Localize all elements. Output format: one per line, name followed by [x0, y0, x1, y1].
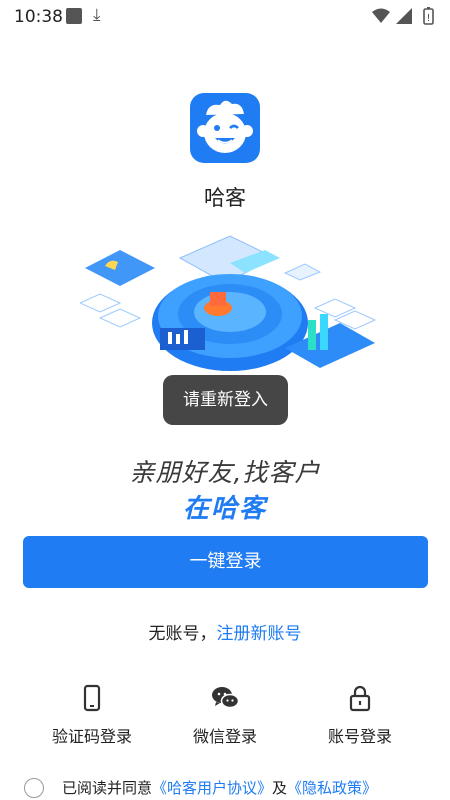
register-link[interactable]: 注册新账号 — [217, 624, 302, 644]
user-agreement-link[interactable]: 《哈客用户协议》 — [152, 779, 272, 797]
slogan-line1: 亲朋好友,找客户 — [129, 458, 321, 487]
phone-icon — [83, 684, 101, 712]
signal-icon — [396, 8, 412, 24]
mascot-icon — [197, 100, 253, 153]
app-name: 哈客 — [204, 186, 246, 210]
sms-login-label: 验证码登录 — [51, 727, 132, 746]
status-icons: ! — [372, 7, 434, 25]
agreement-checkbox[interactable] — [24, 778, 44, 798]
agreement-prefix: 已阅读并同意 — [62, 779, 153, 797]
account-login-option[interactable]: 账号登录 — [300, 683, 420, 747]
agreement-conjunction: 及 — [272, 779, 288, 797]
notification-icon — [66, 8, 82, 24]
privacy-policy-link[interactable]: 《隐私政策》 — [287, 779, 377, 797]
app-logo — [190, 93, 260, 163]
account-login-label: 账号登录 — [327, 727, 392, 746]
register-row: 无账号，注册新账号 — [0, 619, 450, 644]
relogin-toast: 请重新登入 — [163, 375, 288, 425]
svg-text:!: ! — [426, 13, 430, 24]
one-key-login-button[interactable]: 一键登录 — [23, 536, 428, 588]
wechat-login-label: 微信登录 — [192, 727, 257, 746]
download-icon: ⤓ — [93, 5, 101, 25]
agreement-text: 已阅读并同意《哈客用户协议》及《隐私政策》 — [62, 777, 377, 798]
wifi-icon — [372, 8, 390, 23]
login-methods: 验证码登录 微信登录 账号登录 — [0, 683, 450, 753]
status-bar: 10:38 ⤓ ! — [0, 0, 450, 32]
wechat-login-option[interactable]: 微信登录 — [165, 683, 285, 747]
register-prefix: 无账号， — [148, 624, 217, 644]
lock-icon — [349, 685, 371, 712]
status-time: 10:38 — [14, 7, 63, 27]
slogan-line2: 在哈客 — [182, 494, 267, 524]
wechat-icon — [212, 687, 240, 709]
sms-login-option[interactable]: 验证码登录 — [32, 683, 152, 747]
